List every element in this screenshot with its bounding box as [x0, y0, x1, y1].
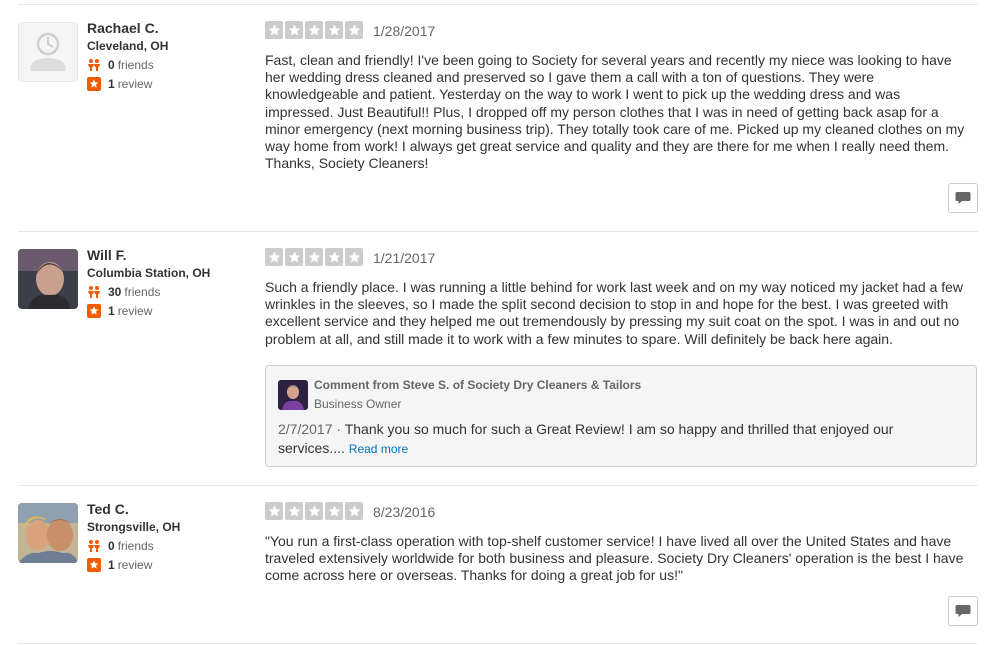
review-text: Fast, clean and friendly! I've been goin…	[265, 52, 965, 172]
default-avatar-icon	[30, 32, 66, 71]
star-rating	[265, 248, 365, 266]
reviews-label: review	[117, 558, 153, 572]
star-rating	[265, 502, 365, 520]
user-location: Strongsville, OH	[87, 520, 181, 534]
speech-bubble-icon	[955, 192, 971, 204]
review-text: Such a friendly place. I was running a l…	[265, 279, 964, 347]
user-location: Cleveland, OH	[87, 39, 169, 53]
speech-bubble-icon	[955, 605, 971, 617]
review-date: 1/28/2017	[373, 23, 436, 39]
star-icon	[285, 502, 303, 520]
review-number: 1	[108, 558, 115, 572]
review-date: 1/21/2017	[373, 250, 436, 266]
star-icon	[345, 502, 363, 520]
reviews-label: review	[117, 304, 153, 318]
star-icon	[345, 21, 363, 39]
comment-title: Comment from Steve S. of Society Dry Cle…	[314, 378, 642, 392]
star-icon	[325, 248, 343, 266]
review-count: 1 review	[87, 304, 152, 318]
star-icon	[265, 21, 283, 39]
review-item: Will F. Columbia Station, OH 30 friends 1…	[0, 231, 995, 485]
star-icon	[325, 502, 343, 520]
friend-number: 0	[108, 539, 115, 553]
star-rating	[265, 21, 365, 39]
owner-comment: Comment from Steve S. of Society Dry Cle…	[265, 365, 977, 467]
user-photo-icon	[18, 503, 78, 563]
review-star-icon	[87, 304, 101, 318]
friends-icon	[88, 59, 100, 71]
reviews-label: review	[117, 77, 153, 91]
user-photo-icon	[18, 249, 78, 309]
friend-count: 30 friends	[87, 285, 160, 299]
review-date: 8/23/2016	[373, 504, 436, 520]
review-item: Rachael C. Cleveland, OH 0 friends 1 revie…	[0, 4, 995, 231]
owner-avatar[interactable]	[278, 380, 308, 410]
user-name[interactable]: Ted C.	[87, 501, 129, 517]
friend-number: 0	[108, 58, 115, 72]
review-count: 1 review	[87, 558, 152, 572]
review-number: 1	[108, 77, 115, 91]
comment-button[interactable]	[948, 596, 978, 626]
friends-label: friends	[117, 58, 154, 72]
star-icon	[285, 21, 303, 39]
review-count: 1 review	[87, 77, 152, 91]
user-name[interactable]: Will F.	[87, 247, 127, 263]
comment-body: 2/7/2017 · Thank you so much for such a …	[278, 420, 958, 459]
user-location: Columbia Station, OH	[87, 266, 211, 280]
star-icon	[285, 248, 303, 266]
star-icon	[305, 21, 323, 39]
friends-icon	[88, 540, 100, 552]
friends-icon	[88, 286, 100, 298]
comment-date: 2/7/2017	[278, 421, 333, 437]
comment-button[interactable]	[948, 183, 978, 213]
friend-count: 0 friends	[87, 539, 154, 553]
avatar[interactable]	[18, 503, 78, 563]
review-text: "You run a first-class operation with to…	[265, 533, 964, 584]
comment-separator: ·	[332, 421, 345, 437]
star-icon	[345, 248, 363, 266]
review-star-icon	[87, 77, 101, 91]
user-name[interactable]: Rachael C.	[87, 20, 159, 36]
avatar[interactable]	[18, 22, 78, 82]
review-star-icon	[87, 558, 101, 572]
comment-role: Business Owner	[314, 397, 402, 411]
owner-photo-icon	[278, 380, 308, 410]
avatar[interactable]	[18, 249, 78, 309]
star-icon	[265, 248, 283, 266]
star-icon	[325, 21, 343, 39]
review-item: Ted C. Strongsville, OH 0 friends 1 review…	[0, 485, 995, 643]
friends-label: friends	[124, 285, 161, 299]
friend-number: 30	[108, 285, 122, 299]
review-number: 1	[108, 304, 115, 318]
friends-label: friends	[117, 539, 154, 553]
star-icon	[305, 248, 323, 266]
review-list: Rachael C. Cleveland, OH 0 friends 1 revie…	[0, 0, 995, 645]
divider	[18, 643, 978, 644]
star-icon	[305, 502, 323, 520]
star-icon	[265, 502, 283, 520]
read-more-link[interactable]: Read more	[349, 442, 408, 456]
friend-count: 0 friends	[87, 58, 154, 72]
